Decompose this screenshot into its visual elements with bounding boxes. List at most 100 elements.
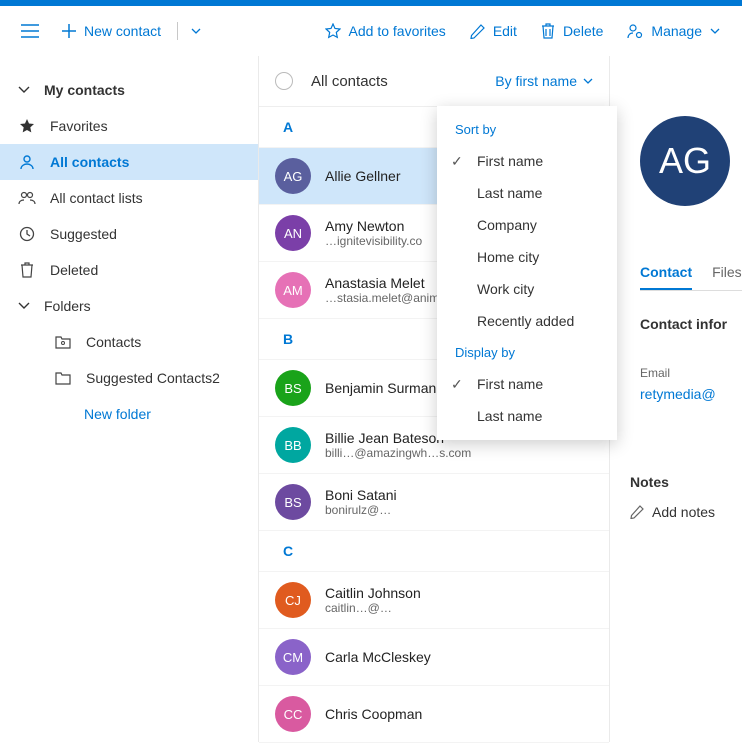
avatar-initials: AG <box>659 140 711 182</box>
sidebar-item-label: All contacts <box>50 154 129 170</box>
select-all-checkbox[interactable] <box>275 72 293 90</box>
sidebar-item-label: Deleted <box>50 262 98 278</box>
notes-heading: Notes <box>630 474 669 490</box>
sort-option-label: Company <box>477 217 537 233</box>
sidebar-folder-contacts[interactable]: Contacts <box>0 324 258 360</box>
pencil-icon <box>470 24 485 39</box>
contact-row[interactable]: CC Chris Coopman <box>259 686 609 743</box>
sidebar-item-label: Favorites <box>50 118 108 134</box>
checkmark-icon: ✓ <box>451 376 463 393</box>
contact-avatar: AN <box>275 215 311 251</box>
sidebar-folder-suggested-contacts2[interactable]: Suggested Contacts2 <box>0 360 258 396</box>
sort-option[interactable]: Last name <box>437 177 617 209</box>
add-to-favorites-button[interactable]: Add to favorites <box>315 13 456 49</box>
display-option-label: Last name <box>477 408 542 424</box>
add-notes-button[interactable]: Add notes <box>630 504 715 520</box>
delete-button[interactable]: Delete <box>531 13 613 49</box>
sidebar-header[interactable]: My contacts <box>0 72 258 108</box>
sort-option[interactable]: ✓First name <box>437 145 617 177</box>
contact-email: billi…@amazingwh…s.com <box>325 446 593 460</box>
sort-option[interactable]: Work city <box>437 273 617 305</box>
sort-option[interactable]: Recently added <box>437 305 617 337</box>
manage-label: Manage <box>651 23 702 39</box>
contact-info: Boni Satanibonirulz@… <box>325 487 593 517</box>
contact-email: caitlin…@… <box>325 601 593 615</box>
sidebar-folders-label: Folders <box>44 298 91 314</box>
contact-info: Carla McCleskey <box>325 649 593 665</box>
sidebar-item-suggested[interactable]: Suggested <box>0 216 258 252</box>
new-folder-label: New folder <box>84 406 151 422</box>
folder-contact-icon <box>54 335 72 349</box>
contact-row[interactable]: CM Carla McCleskey <box>259 629 609 686</box>
trash-icon <box>18 262 36 278</box>
person-gear-icon <box>627 23 643 39</box>
sidebar-folder-label: Suggested Contacts2 <box>86 370 220 386</box>
display-option[interactable]: ✓First name <box>437 368 617 400</box>
contact-avatar: CM <box>275 639 311 675</box>
hamburger-icon <box>21 24 39 38</box>
sort-label: By first name <box>495 73 577 89</box>
sidebar-item-label: All contact lists <box>50 190 143 206</box>
contact-avatar-large: AG <box>640 116 730 206</box>
new-contact-button[interactable]: New contact <box>52 13 171 49</box>
section-letter: C <box>259 531 609 572</box>
tab-files[interactable]: Files <box>712 256 742 290</box>
contact-avatar: BS <box>275 370 311 406</box>
new-folder-button[interactable]: New folder <box>0 396 258 432</box>
email-field-label: Email <box>640 366 670 380</box>
sort-option-label: Work city <box>477 281 534 297</box>
clock-icon <box>18 226 36 242</box>
sort-dropdown-button[interactable]: By first name <box>495 73 593 89</box>
sort-dropdown-menu: Sort by ✓First nameLast nameCompanyHome … <box>437 106 617 440</box>
manage-button[interactable]: Manage <box>617 13 730 49</box>
tab-contact[interactable]: Contact <box>640 256 692 290</box>
sidebar-folders-header[interactable]: Folders <box>0 288 258 324</box>
sort-option[interactable]: Company <box>437 209 617 241</box>
contact-row[interactable]: BSBoni Satanibonirulz@… <box>259 474 609 531</box>
list-header: All contacts By first name <box>259 56 609 107</box>
sort-option-label: Last name <box>477 185 542 201</box>
new-contact-dropdown-button[interactable] <box>184 13 208 49</box>
sidebar-item-favorites[interactable]: Favorites <box>0 108 258 144</box>
pencil-icon <box>630 505 644 519</box>
contact-info: Caitlin Johnsoncaitlin…@… <box>325 585 593 615</box>
chevron-down-icon <box>191 28 201 34</box>
sidebar-item-all-contacts[interactable]: All contacts <box>0 144 258 180</box>
contact-avatar: CC <box>275 696 311 732</box>
group-icon <box>18 191 36 205</box>
toolbar-separator <box>177 22 178 40</box>
edit-button[interactable]: Edit <box>460 13 527 49</box>
sidebar-folder-label: Contacts <box>86 334 141 350</box>
sidebar-item-deleted[interactable]: Deleted <box>0 252 258 288</box>
contact-avatar: AM <box>275 272 311 308</box>
sidebar-item-all-contact-lists[interactable]: All contact lists <box>0 180 258 216</box>
contact-name: Carla McCleskey <box>325 649 593 665</box>
contact-avatar: CJ <box>275 582 311 618</box>
contact-name: Chris Coopman <box>325 706 593 722</box>
edit-label: Edit <box>493 23 517 39</box>
person-icon <box>18 154 36 170</box>
add-notes-label: Add notes <box>652 504 715 520</box>
hamburger-menu-button[interactable] <box>12 13 48 49</box>
email-link[interactable]: retymedia@ <box>640 386 716 402</box>
contact-list-column: All contacts By first name AAGAllie Gell… <box>258 56 610 742</box>
chevron-down-icon <box>18 86 30 94</box>
list-title: All contacts <box>311 73 495 90</box>
delete-label: Delete <box>563 23 603 39</box>
contact-email: bonirulz@… <box>325 503 593 517</box>
contact-name: Boni Satani <box>325 487 593 503</box>
main-content: My contacts FavoritesAll contactsAll con… <box>0 56 742 742</box>
display-option[interactable]: Last name <box>437 400 617 432</box>
sort-option-label: First name <box>477 153 543 169</box>
new-contact-label: New contact <box>84 23 161 39</box>
contact-avatar: AG <box>275 158 311 194</box>
dropdown-sortby-header: Sort by <box>437 114 617 145</box>
sort-option-label: Recently added <box>477 313 574 329</box>
sort-option[interactable]: Home city <box>437 241 617 273</box>
contact-name: Caitlin Johnson <box>325 585 593 601</box>
contact-row[interactable]: CJ Caitlin Johnsoncaitlin…@… <box>259 572 609 629</box>
add-to-favorites-label: Add to favorites <box>349 23 446 39</box>
sidebar: My contacts Favorites All contacts All con… <box>0 56 258 742</box>
contact-info-heading: Contact infor <box>640 316 727 332</box>
chevron-down-icon <box>583 78 593 84</box>
